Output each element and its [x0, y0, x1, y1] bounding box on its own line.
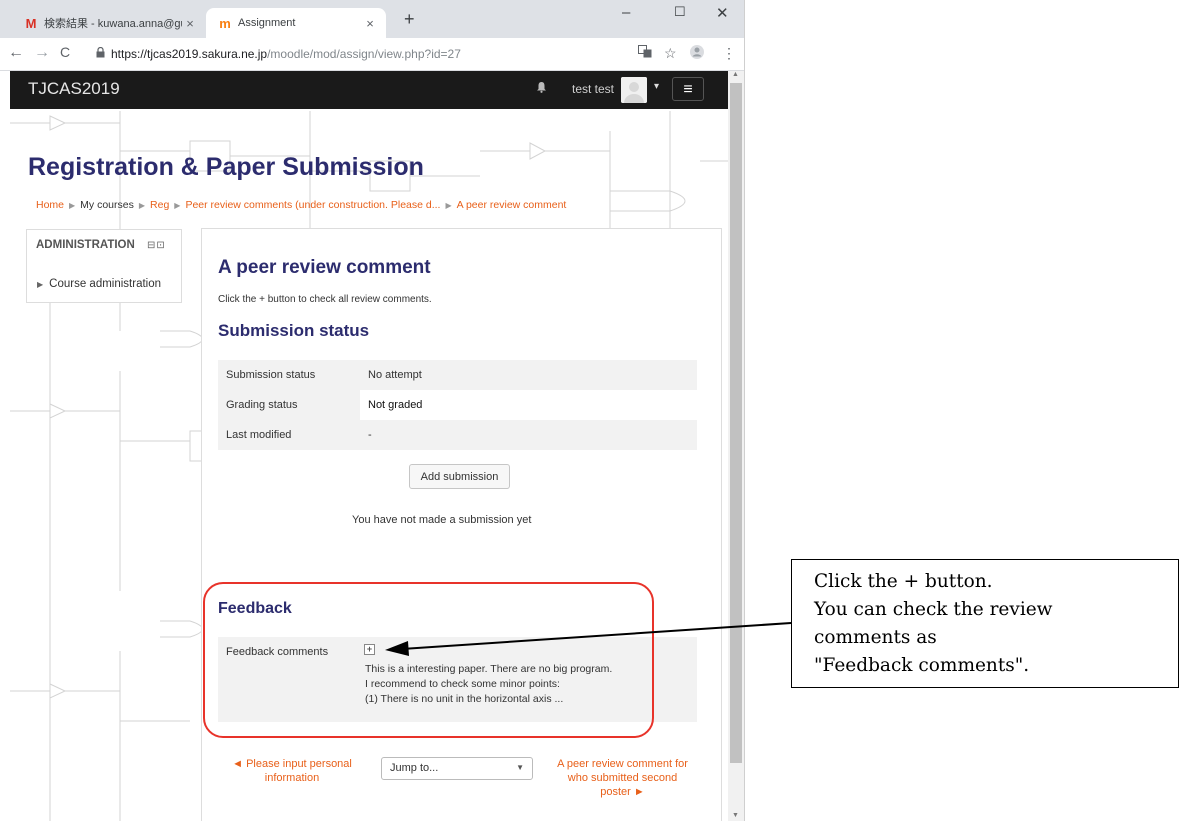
no-submission-text: You have not made a submission yet: [352, 514, 532, 526]
jump-to-select[interactable]: Jump to... ▼: [381, 757, 533, 780]
row-value: No attempt: [368, 369, 422, 381]
annotation-line: comments as: [814, 627, 937, 648]
new-tab-button[interactable]: +: [404, 9, 415, 30]
gmail-icon: M: [25, 15, 37, 31]
caret-right-icon: ▶: [37, 280, 44, 289]
tab-strip: M 検索結果 - kuwana.anna@gunma × m Assignmen…: [0, 0, 744, 38]
tab-assignment[interactable]: m Assignment ×: [206, 8, 386, 38]
next-activity-link[interactable]: A peer review comment for who submitted …: [555, 757, 690, 799]
tab-label: 検索結果 - kuwana.anna@gunma: [44, 18, 182, 30]
page-title: Registration & Paper Submission: [28, 153, 424, 181]
assignment-heading: A peer review comment: [218, 257, 431, 278]
row-label: Last modified: [226, 429, 292, 441]
user-name[interactable]: test test: [572, 82, 614, 96]
scroll-up-icon[interactable]: ▲: [732, 71, 739, 78]
assignment-intro: Click the + button to check all review c…: [218, 294, 432, 305]
page-scrollbar[interactable]: ▲ ▼: [728, 71, 744, 821]
row-value: Not graded: [368, 399, 423, 411]
breadcrumb-separator-icon: ▶: [174, 201, 181, 210]
address-bar: ← → C https://tjcas2019.sakura.ne.jp/moo…: [0, 38, 744, 71]
breadcrumb-separator-icon: ▶: [69, 201, 76, 210]
close-window-button[interactable]: ✕: [716, 4, 729, 22]
moodle-icon: m: [219, 15, 231, 31]
tab-close-icon[interactable]: ×: [362, 16, 378, 31]
table-row: Last modified -: [218, 420, 697, 450]
annotation-callout: Click the + button. You can check the re…: [791, 559, 1179, 688]
breadcrumb: Home ▶ My courses ▶ Reg ▶ Peer review comments…: [36, 199, 566, 211]
url-path: /moodle/mod/assign/view.php?id=27: [267, 47, 461, 61]
table-row: Grading status Not graded: [218, 390, 697, 420]
annotation-line: You can check the review: [814, 599, 1053, 620]
breadcrumb-current[interactable]: A peer review comment: [457, 199, 567, 211]
bell-icon[interactable]: [536, 81, 547, 96]
course-administration-label: Course administration: [49, 278, 162, 290]
menu-dots-icon[interactable]: ⋮: [722, 45, 736, 62]
feedback-highlight-ring: [203, 582, 654, 738]
url-field[interactable]: https://tjcas2019.sakura.ne.jp/moodle/mo…: [96, 42, 596, 66]
forward-button[interactable]: →: [34, 44, 50, 62]
breadcrumb-home[interactable]: Home: [36, 199, 64, 211]
profile-icon[interactable]: [690, 45, 704, 62]
minimize-button[interactable]: –: [622, 4, 630, 21]
bookmark-star-icon[interactable]: ☆: [664, 45, 677, 62]
previous-activity-link[interactable]: ◄ Please input personal information: [228, 757, 356, 785]
chevron-down-icon: ▼: [516, 763, 524, 772]
add-submission-button[interactable]: Add submission: [409, 464, 510, 489]
avatar[interactable]: [621, 77, 647, 103]
jump-to-value: Jump to...: [390, 762, 439, 774]
tab-label: Assignment: [238, 17, 296, 29]
annotation-line: Click the + button.: [814, 571, 993, 592]
reload-button[interactable]: C: [60, 44, 70, 60]
scroll-thumb[interactable]: [730, 83, 742, 763]
url-domain: https://tjcas2019.sakura.ne.jp: [111, 47, 268, 61]
top-navbar: TJCAS2019 test test ▾ ≡: [10, 71, 728, 109]
breadcrumb-reg[interactable]: Reg: [150, 199, 169, 211]
row-label: Submission status: [226, 369, 316, 381]
maximize-button[interactable]: ☐: [674, 4, 686, 20]
block-title: ADMINISTRATION: [36, 239, 135, 251]
breadcrumb-separator-icon: ▶: [445, 201, 452, 210]
lock-icon: [96, 46, 105, 61]
scroll-down-icon[interactable]: ▼: [732, 812, 739, 819]
tab-gmail[interactable]: M 検索結果 - kuwana.anna@gunma ×: [14, 8, 206, 38]
user-menu-chevron-down-icon[interactable]: ▾: [654, 81, 659, 92]
row-label: Grading status: [226, 399, 298, 411]
breadcrumb-peer-review[interactable]: Peer review comments (under construction…: [185, 199, 440, 211]
submission-status-heading: Submission status: [218, 321, 370, 340]
annotation-line: "Feedback comments".: [814, 655, 1030, 676]
back-button[interactable]: ←: [8, 44, 24, 62]
tab-close-icon[interactable]: ×: [182, 16, 198, 31]
breadcrumb-separator-icon: ▶: [138, 201, 146, 210]
table-row: Submission status No attempt: [218, 360, 697, 390]
nav-drawer-button[interactable]: ≡: [672, 77, 704, 101]
block-collapse-dock-icon[interactable]: ⊟⊡: [147, 240, 166, 251]
translate-icon[interactable]: [638, 45, 652, 61]
site-brand[interactable]: TJCAS2019: [28, 79, 120, 99]
row-value: -: [368, 429, 372, 441]
submission-status-table: Submission status No attempt Grading sta…: [218, 360, 697, 450]
administration-block: ADMINISTRATION ⊟⊡ ▶ Course administration: [26, 229, 182, 303]
course-administration-item[interactable]: ▶ Course administration: [37, 278, 161, 290]
breadcrumb-my-courses[interactable]: My courses: [80, 199, 134, 211]
